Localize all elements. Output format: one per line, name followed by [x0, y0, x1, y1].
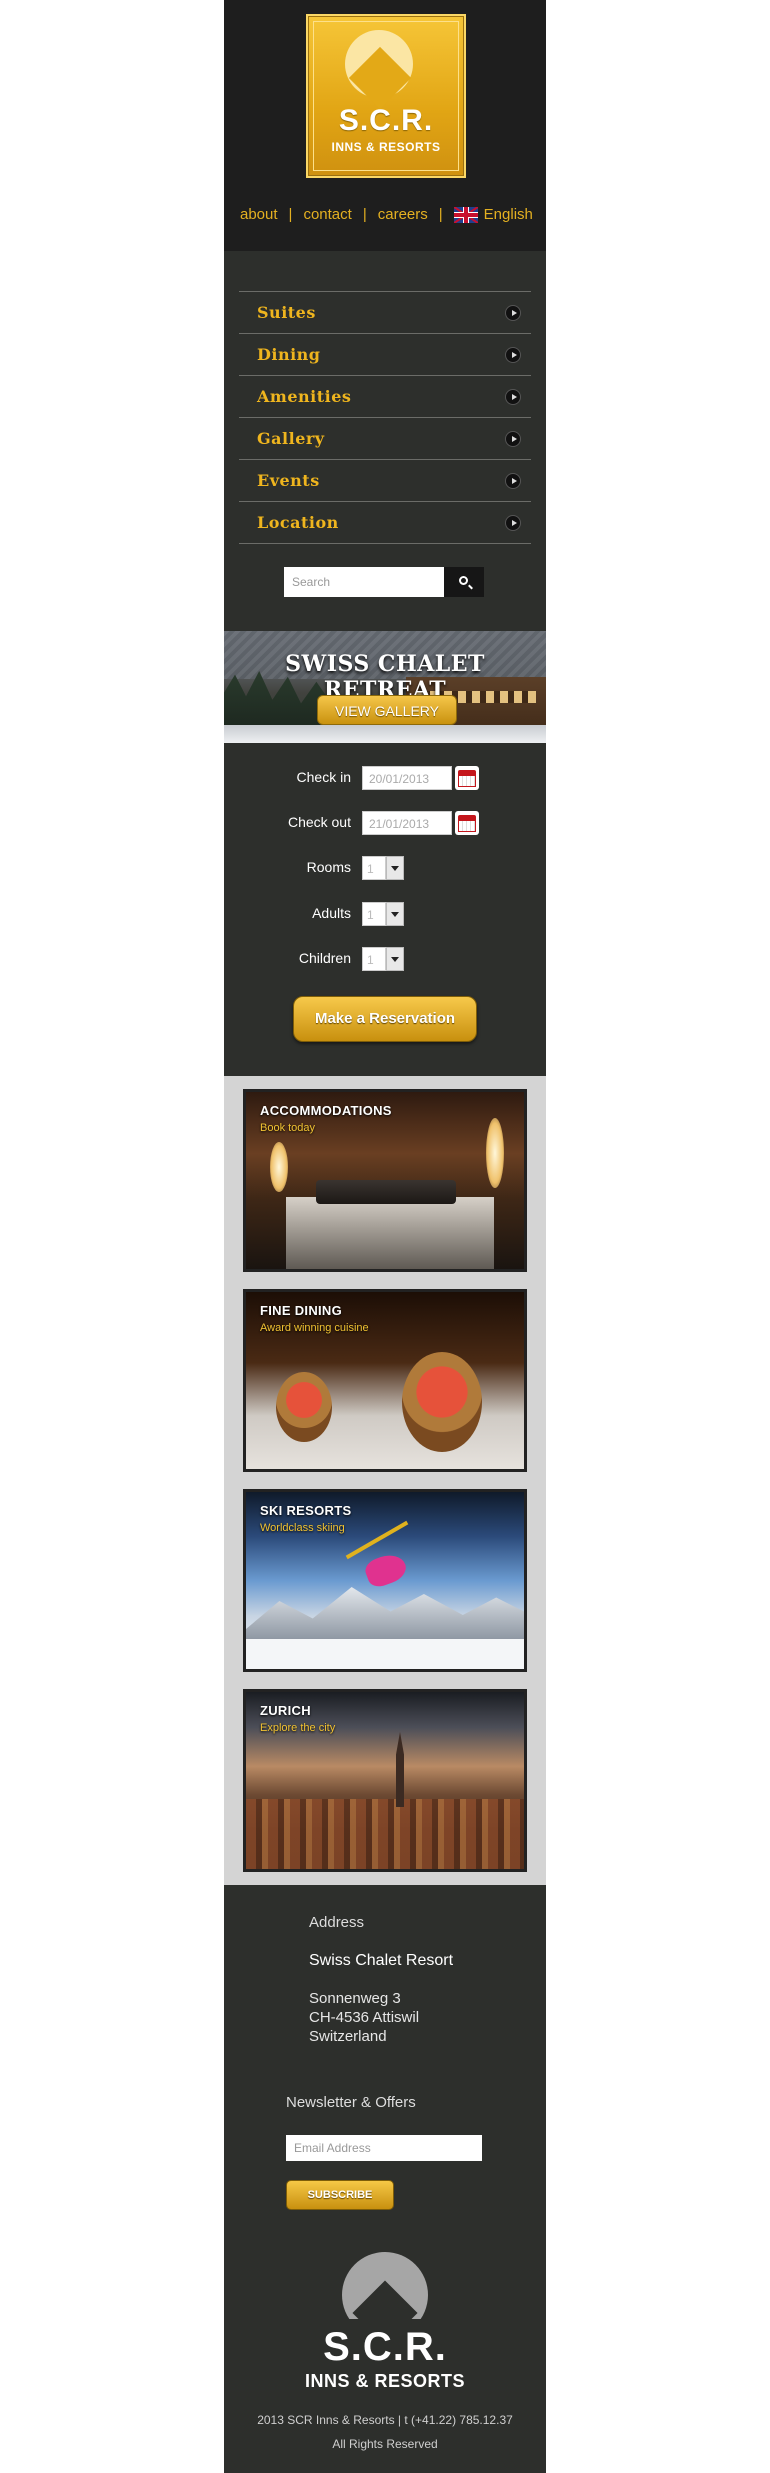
address-heading: Address: [309, 1914, 365, 1931]
play-arrow-icon: [505, 473, 521, 489]
menu-item-gallery[interactable]: Gallery: [239, 418, 531, 460]
card-zurich[interactable]: ZURICH Explore the city: [243, 1689, 527, 1872]
menu-item-label: Amenities: [257, 387, 352, 406]
promo-banner: SWISS CHALET RETREAT VIEW GALLERY: [224, 631, 546, 743]
logo[interactable]: S.C.R. INNS & RESORTS: [306, 14, 466, 178]
view-gallery-button[interactable]: VIEW GALLERY: [317, 695, 457, 725]
rooms-row: Rooms 1: [224, 854, 546, 882]
address-street: Sonnenweg 3: [309, 1990, 401, 2007]
separator: |: [362, 206, 367, 223]
card-subtitle[interactable]: Award winning cuisine: [260, 1322, 369, 1334]
chevron-down-icon[interactable]: [386, 902, 404, 926]
card-title: ZURICH: [260, 1703, 311, 1718]
main-menu: Suites Dining Amenities Gallery Events L…: [239, 291, 531, 544]
checkout-field[interactable]: 21/01/2013: [362, 811, 452, 835]
search-button[interactable]: [444, 567, 484, 597]
footer-logo-title: S.C.R.: [323, 2325, 447, 2369]
copyright-text: 2013 SCR Inns & Resorts | t (+41.22) 785…: [257, 2413, 513, 2427]
newsletter-heading: Newsletter & Offers: [286, 2094, 416, 2111]
checkout-label: Check out: [287, 814, 351, 830]
card-ski-resorts[interactable]: SKI RESORTS Worldclass skiing: [243, 1489, 527, 1672]
search-icon: [459, 576, 468, 585]
checkin-row: Check in 20/01/2013: [224, 764, 546, 792]
menu-item-label: Dining: [257, 345, 321, 364]
menu-item-label: Events: [257, 471, 320, 490]
banner-snow-image: [224, 725, 546, 743]
checkin-field[interactable]: 20/01/2013: [362, 766, 452, 790]
top-nav: about | contact | careers | English: [240, 206, 533, 223]
rooms-value: 1: [362, 856, 386, 880]
card-subtitle[interactable]: Explore the city: [260, 1722, 335, 1734]
rights-text: All Rights Reserved: [332, 2437, 438, 2451]
separator: |: [288, 206, 293, 223]
children-value: 1: [362, 947, 386, 971]
card-title: SKI RESORTS: [260, 1503, 352, 1518]
card-title: ACCOMMODATIONS: [260, 1103, 392, 1118]
card-subtitle[interactable]: Worldclass skiing: [260, 1522, 345, 1534]
play-arrow-icon: [505, 347, 521, 363]
main-panel: Suites Dining Amenities Gallery Events L…: [224, 251, 546, 1076]
site-footer: Address Swiss Chalet Resort Sonnenweg 3 …: [224, 1885, 546, 2473]
make-reservation-button[interactable]: Make a Reservation: [293, 996, 477, 1042]
site-header: S.C.R. INNS & RESORTS about | contact | …: [224, 0, 546, 251]
menu-item-label: Gallery: [257, 429, 325, 448]
contact-link[interactable]: contact: [303, 206, 351, 223]
accommodations-image: [246, 1092, 524, 1269]
address-city: CH-4536 Attiswil: [309, 2009, 420, 2026]
children-select[interactable]: 1: [362, 947, 404, 971]
menu-item-amenities[interactable]: Amenities: [239, 376, 531, 418]
search-bar: [284, 567, 484, 597]
children-label: Children: [298, 950, 351, 966]
adults-label: Adults: [312, 905, 351, 921]
separator: |: [438, 206, 443, 223]
search-input[interactable]: [284, 567, 444, 597]
menu-item-dining[interactable]: Dining: [239, 334, 531, 376]
language-link[interactable]: English: [484, 206, 533, 223]
address-country: Switzerland: [309, 2028, 387, 2045]
adults-value: 1: [362, 902, 386, 926]
subscribe-button[interactable]: SUBSCRIBE: [286, 2180, 394, 2210]
children-row: Children 1: [224, 945, 546, 973]
rooms-select[interactable]: 1: [362, 856, 404, 880]
logo-title: S.C.R.: [338, 104, 434, 137]
email-field[interactable]: [286, 2135, 482, 2161]
menu-item-label: Suites: [257, 303, 316, 322]
card-title: FINE DINING: [260, 1303, 343, 1318]
menu-item-location[interactable]: Location: [239, 502, 531, 544]
chevron-down-icon[interactable]: [386, 856, 404, 880]
about-link[interactable]: about: [240, 206, 278, 223]
play-arrow-icon: [505, 389, 521, 405]
menu-item-label: Location: [257, 513, 339, 532]
card-subtitle[interactable]: Book today: [260, 1122, 315, 1134]
card-fine-dining[interactable]: FINE DINING Award winning cuisine: [243, 1289, 527, 1472]
calendar-icon[interactable]: [455, 766, 479, 790]
ski-resorts-image: [246, 1492, 524, 1669]
play-arrow-icon: [505, 305, 521, 321]
adults-row: Adults 1: [224, 900, 546, 928]
chevron-down-icon[interactable]: [386, 947, 404, 971]
menu-item-suites[interactable]: Suites: [239, 292, 531, 334]
resort-name: Swiss Chalet Resort: [309, 1952, 454, 1969]
card-accommodations[interactable]: ACCOMMODATIONS Book today: [243, 1089, 527, 1272]
footer-logo-subtitle: INNS & RESORTS: [304, 2371, 466, 2391]
zurich-image: [246, 1692, 524, 1869]
menu-item-events[interactable]: Events: [239, 460, 531, 502]
fine-dining-image: [246, 1292, 524, 1469]
rooms-label: Rooms: [306, 859, 351, 875]
careers-link[interactable]: careers: [378, 206, 428, 223]
logo-subtitle: INNS & RESORTS: [331, 140, 441, 154]
uk-flag-icon[interactable]: [453, 206, 478, 223]
calendar-icon[interactable]: [455, 811, 479, 835]
feature-cards: ACCOMMODATIONS Book today FINE DINING Aw…: [224, 1076, 546, 1885]
adults-select[interactable]: 1: [362, 902, 404, 926]
checkin-label: Check in: [296, 769, 351, 785]
play-arrow-icon: [505, 431, 521, 447]
checkout-row: Check out 21/01/2013: [224, 809, 546, 837]
play-arrow-icon: [505, 515, 521, 531]
